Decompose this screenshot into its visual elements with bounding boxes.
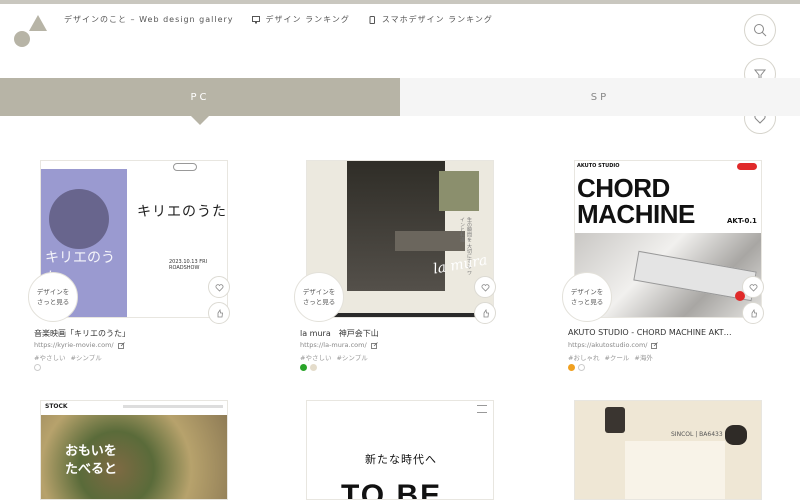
tab-sp[interactable]: SP [400, 78, 800, 116]
thumb-illustration [725, 425, 747, 445]
heart-icon [481, 283, 489, 292]
card-thumbnail[interactable]: STOCK おもいを たべると [40, 400, 228, 500]
top-nav: デザインのこと – Web design gallery デザイン ランキング … [64, 14, 493, 25]
card-tags: #やさしい #シンプル [300, 352, 368, 362]
nav-home[interactable]: デザインのこと – Web design gallery [64, 14, 234, 25]
color-dot[interactable] [300, 364, 307, 371]
quick-view-badge[interactable]: デザインを さっと見る [28, 272, 78, 322]
tag[interactable]: #海外 [634, 352, 652, 362]
site-logo-icon[interactable] [14, 14, 48, 48]
thumb-title: TO BE [341, 479, 443, 500]
nav-home-label: デザインのこと – Web design gallery [64, 15, 234, 24]
thumb-window [439, 171, 479, 211]
tag[interactable]: #シンプル [70, 352, 101, 362]
card-url-text: https://kyrie-movie.com/ [34, 341, 114, 349]
card-url[interactable]: https://kyrie-movie.com/ [34, 341, 125, 349]
card-title[interactable]: 音楽映画「キリエのうた」 [34, 328, 234, 339]
device-tabs: PC SP [0, 78, 800, 125]
tag[interactable]: #シンプル [336, 352, 367, 362]
thumb-photo [347, 161, 479, 291]
thumb-table [395, 231, 465, 251]
card-tags: #やさしい #シンプル [34, 352, 102, 362]
nav-design-ranking[interactable]: デザイン ランキング [251, 14, 350, 25]
monitor-icon [251, 15, 260, 23]
thumb-up-icon [483, 308, 489, 317]
thumb-brand: STOCK [45, 403, 68, 410]
card-like-button[interactable] [474, 302, 496, 324]
search-button[interactable] [744, 14, 776, 46]
thumb-copy: おもいを たべると [65, 443, 117, 479]
thumb-nav [123, 405, 223, 408]
hamburger-icon [477, 405, 487, 413]
external-link-icon [370, 341, 378, 349]
thumb-title-line: MACHINE [577, 199, 695, 229]
thumb-badge [737, 163, 757, 170]
card-colors [568, 364, 585, 371]
thumb-copy: 新たな時代へ [365, 453, 437, 466]
top-border [0, 0, 800, 4]
color-dot[interactable] [34, 364, 41, 371]
thumb-title: CHORD MACHINE [577, 175, 695, 227]
thumb-logo [605, 407, 625, 433]
external-link-icon [651, 341, 659, 349]
color-dot[interactable] [568, 364, 575, 371]
tag[interactable]: #おしゃれ [568, 352, 599, 362]
card-title[interactable]: la mura 神戸会下山 [300, 328, 500, 339]
thumb-model: AKT-0.1 [727, 217, 757, 225]
color-dot[interactable] [578, 364, 585, 371]
nav-sp-ranking-label: スマホデザイン ランキング [381, 15, 493, 24]
tag[interactable]: #クール [604, 352, 629, 362]
external-link-icon [117, 341, 125, 349]
thumb-copy-line: たべると [65, 462, 118, 477]
thumb-date: 2023.10.13 FRI ROADSHOW [169, 259, 208, 271]
card-url-text: https://akutostudio.com/ [568, 341, 648, 349]
search-icon [754, 24, 767, 37]
phone-icon [369, 15, 375, 24]
thumb-brand: AKUTO STUDIO [577, 163, 620, 169]
card-title[interactable]: AKUTO STUDIO - CHORD MACHINE AKT… [568, 328, 768, 337]
card-favorite-button[interactable] [208, 276, 230, 298]
nav-sp-ranking[interactable]: スマホデザイン ランキング [368, 14, 493, 25]
thumb-portrait [49, 189, 109, 249]
thumb-comment-pill [173, 163, 197, 171]
heart-icon [749, 283, 757, 292]
color-dot[interactable] [310, 364, 317, 371]
quick-view-badge[interactable]: デザインを さっと見る [562, 272, 612, 322]
card-thumbnail[interactable]: 新たな時代へ TO BE [306, 400, 494, 500]
card-tags: #おしゃれ #クール #海外 [568, 352, 653, 362]
card-favorite-button[interactable] [474, 276, 496, 298]
thumb-title-line: CHORD [577, 173, 670, 203]
heart-icon [215, 283, 223, 292]
thumb-title: キリエのうた [137, 204, 227, 220]
card-colors [300, 364, 317, 371]
thumb-label: SINCOL | BA6433 [671, 431, 723, 438]
card-thumbnail[interactable]: SINCOL | BA6433 [574, 400, 762, 500]
thumb-up-icon [751, 308, 757, 317]
tag[interactable]: #やさしい [300, 352, 331, 362]
card-like-button[interactable] [208, 302, 230, 324]
card-url[interactable]: https://akutostudio.com/ [568, 341, 659, 349]
tag[interactable]: #やさしい [34, 352, 65, 362]
nav-design-ranking-label: デザイン ランキング [265, 15, 350, 24]
quick-view-badge[interactable]: デザインを さっと見る [294, 272, 344, 322]
card-like-button[interactable] [742, 302, 764, 324]
card-colors [34, 364, 41, 371]
card-url[interactable]: https://la-mura.com/ [300, 341, 378, 349]
card-favorite-button[interactable] [742, 276, 764, 298]
card-url-text: https://la-mura.com/ [300, 341, 367, 349]
tab-pc[interactable]: PC [0, 78, 400, 125]
thumb-copy-line: おもいを [65, 444, 117, 459]
thumb-panel [625, 441, 725, 499]
thumb-up-icon [217, 308, 223, 317]
